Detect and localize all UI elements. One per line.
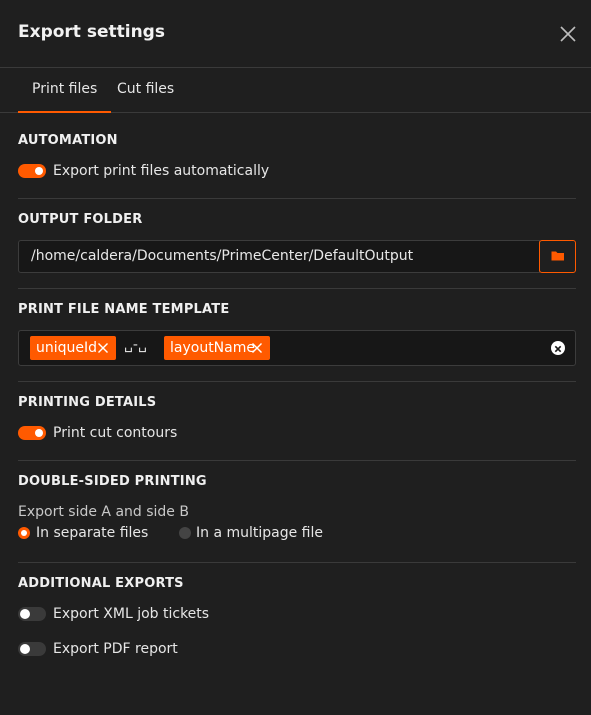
token-chip-uniqueid[interactable]: uniqueId: [30, 336, 116, 360]
close-icon: [560, 26, 576, 42]
toggle-knob: [35, 429, 43, 437]
dialog-header: Export settings: [0, 0, 591, 68]
double-sided-subtitle: Export side A and side B: [18, 504, 189, 520]
radio-multipage-file[interactable]: In a multipage file: [179, 525, 323, 541]
xml-tickets-row: Export XML job tickets: [18, 606, 209, 622]
radio-label: In separate files: [36, 525, 149, 541]
printing-details-section: PRINTING DETAILS Print cut contours: [18, 395, 576, 461]
tab-print-files[interactable]: Print files: [18, 68, 112, 113]
print-cut-contours-toggle[interactable]: [18, 426, 46, 440]
toggle-knob: [20, 644, 30, 654]
additional-exports-section: ADDITIONAL EXPORTS Export XML job ticket…: [18, 576, 576, 666]
radio-separate-files[interactable]: In separate files: [18, 525, 148, 541]
chip-label: layoutName: [170, 340, 255, 356]
double-sided-section: DOUBLE-SIDED PRINTING Export side A and …: [18, 474, 576, 563]
separator-text: ␣-␣: [124, 337, 147, 353]
section-title: DOUBLE-SIDED PRINTING: [18, 474, 207, 489]
dialog-title: Export settings: [18, 22, 165, 42]
remove-icon[interactable]: [97, 342, 109, 354]
output-folder-section: OUTPUT FOLDER /home/caldera/Documents/Pr…: [18, 212, 576, 289]
tab-bar: Print files Cut files: [0, 68, 591, 113]
tab-cut-files[interactable]: Cut files: [103, 68, 188, 113]
export-automatically-row: Export print files automatically: [18, 163, 269, 179]
section-title: AUTOMATION: [18, 133, 118, 148]
automation-section: AUTOMATION Export print files automatica…: [18, 133, 576, 199]
toggle-label: Print cut contours: [53, 425, 178, 441]
radio-label: In a multipage file: [196, 525, 323, 541]
section-title: OUTPUT FOLDER: [18, 212, 143, 227]
toggle-label: Export print files automatically: [53, 163, 270, 179]
browse-folder-button[interactable]: [539, 240, 576, 273]
output-folder-input[interactable]: /home/caldera/Documents/PrimeCenter/Defa…: [18, 240, 540, 273]
radio-button[interactable]: [18, 527, 30, 539]
section-title: ADDITIONAL EXPORTS: [18, 576, 184, 591]
clear-icon: [554, 345, 562, 353]
file-name-template-section: PRINT FILE NAME TEMPLATE uniqueId ␣-␣ la…: [18, 302, 576, 382]
remove-icon[interactable]: [251, 342, 263, 354]
token-chip-layoutname[interactable]: layoutName: [164, 336, 270, 360]
radio-button[interactable]: [179, 527, 191, 539]
print-cut-contours-row: Print cut contours: [18, 425, 177, 441]
close-button[interactable]: [556, 22, 580, 46]
pdf-report-row: Export PDF report: [18, 641, 178, 657]
chip-label: uniqueId: [36, 340, 98, 356]
toggle-label: Export PDF report: [53, 641, 178, 657]
section-title: PRINT FILE NAME TEMPLATE: [18, 302, 230, 317]
clear-template-button[interactable]: [551, 341, 565, 355]
section-title: PRINTING DETAILS: [18, 395, 157, 410]
pdf-report-toggle[interactable]: [18, 642, 46, 656]
xml-tickets-toggle[interactable]: [18, 607, 46, 621]
toggle-knob: [35, 167, 43, 175]
folder-icon: [551, 251, 564, 261]
template-input[interactable]: uniqueId ␣-␣ layoutName: [18, 330, 576, 366]
export-automatically-toggle[interactable]: [18, 164, 46, 178]
toggle-label: Export XML job tickets: [53, 606, 210, 622]
toggle-knob: [20, 609, 30, 619]
